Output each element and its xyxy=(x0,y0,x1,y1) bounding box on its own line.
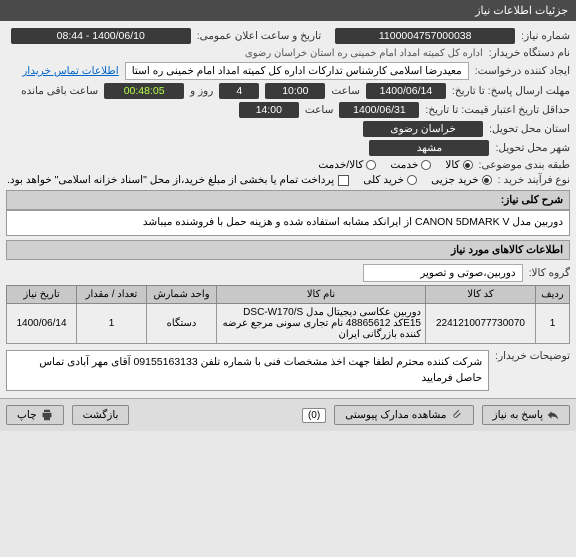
print-icon xyxy=(41,409,53,421)
radio-dot-icon xyxy=(421,160,431,170)
deadline-time: 10:00 xyxy=(265,83,325,99)
buyer-notes-label: توضیحات خریدار: xyxy=(495,350,570,362)
reply-icon xyxy=(547,409,559,421)
category-label: طبقه بندی موضوعی: xyxy=(479,159,570,171)
category-radio-group: کالا خدمت کالا/خدمت xyxy=(318,159,472,171)
need-desc-text: دوربین مدل CANON 5DMARK V از ایرانکد مشا… xyxy=(6,210,570,236)
th-date: تاریخ نیاز xyxy=(7,285,77,303)
radio-dot-icon xyxy=(482,175,492,185)
need-desc-header: شرح کلی نیاز: xyxy=(6,190,570,210)
radio-goods[interactable]: کالا xyxy=(445,159,472,171)
radio-dot-icon xyxy=(463,160,473,170)
group-value: دوربین،صوتی و تصویر xyxy=(363,264,523,282)
radio-both-label: کالا/خدمت xyxy=(318,159,363,171)
table-header-row: ردیف کد کالا نام کالا واحد شمارش تعداد /… xyxy=(7,285,570,303)
validity-label: حداقل تاریخ اعتبار قیمت: تا تاریخ: xyxy=(425,104,570,116)
need-no-value: 1100004757000038 xyxy=(335,28,515,44)
print-button[interactable]: چاپ xyxy=(6,405,64,425)
countdown-timer: 00:48:05 xyxy=(104,83,184,99)
dayand-label: روز و xyxy=(190,85,213,97)
back-button[interactable]: بازگشت xyxy=(72,405,130,425)
requester-label: ایجاد کننده درخواست: xyxy=(475,65,570,77)
days-remaining: 4 xyxy=(219,83,259,99)
pub-datetime-label: تاریخ و ساعت اعلان عمومی: xyxy=(197,30,321,42)
validity-time: 14:00 xyxy=(239,102,299,118)
reply-button[interactable]: پاسخ به نیاز xyxy=(482,405,570,425)
window-titlebar: جزئیات اطلاعات نیاز xyxy=(0,0,576,21)
footer-toolbar: پاسخ به نیاز مشاهده مدارک پیوستی (0) باز… xyxy=(0,398,576,431)
th-qty: تعداد / مقدار xyxy=(77,285,147,303)
print-label: چاپ xyxy=(17,409,37,421)
radio-partial-label: خرید جزیی xyxy=(431,174,479,186)
cell-unit: دستگاه xyxy=(147,303,217,343)
cell-name: دوربین عکاسی دیجیتال مدل DSC-W170/S E15ک… xyxy=(217,303,426,343)
radio-dot-icon xyxy=(407,175,417,185)
treasury-note: پرداخت تمام یا بخشی از مبلغ خرید،از محل … xyxy=(7,174,334,186)
view-docs-label: مشاهده مدارک پیوستی xyxy=(345,409,446,421)
table-row[interactable]: 1 2241210077730070 دوربین عکاسی دیجیتال … xyxy=(7,303,570,343)
remaining-label: ساعت باقی مانده xyxy=(21,85,98,97)
deadline-date: 1400/06/14 xyxy=(366,83,446,99)
radio-partial[interactable]: خرید جزیی xyxy=(431,174,492,186)
radio-service-label: خدمت xyxy=(390,159,418,171)
purchase-radio-group: خرید جزیی خرید کلی xyxy=(363,174,491,186)
radio-both[interactable]: کالا/خدمت xyxy=(318,159,376,171)
cell-code: 2241210077730070 xyxy=(426,303,536,343)
main-content: شماره نیاز: 1100004757000038 تاریخ و ساع… xyxy=(0,21,576,398)
items-table: ردیف کد کالا نام کالا واحد شمارش تعداد /… xyxy=(6,285,570,344)
radio-total[interactable]: خرید کلی xyxy=(363,174,417,186)
group-label: گروه کالا: xyxy=(529,267,570,279)
attachment-icon xyxy=(451,409,463,421)
need-no-label: شماره نیاز: xyxy=(521,30,570,42)
radio-dot-icon xyxy=(366,160,376,170)
buyer-notes-text: شرکت کننده محترم لطفا جهت اخذ مشخصات فنی… xyxy=(6,350,489,392)
pub-datetime-value: 1400/06/10 - 08:44 xyxy=(11,28,191,44)
back-label: بازگشت xyxy=(83,409,119,421)
th-name: نام کالا xyxy=(217,285,426,303)
province-label: استان محل تحویل: xyxy=(489,123,570,135)
th-unit: واحد شمارش xyxy=(147,285,217,303)
city-label: شهر محل تحویل: xyxy=(495,142,570,154)
radio-total-label: خرید کلی xyxy=(363,174,404,186)
view-docs-button[interactable]: مشاهده مدارک پیوستی xyxy=(334,405,473,425)
hour-label-2: ساعت xyxy=(305,104,334,116)
deadline-label: مهلت ارسال پاسخ: تا تاریخ: xyxy=(452,85,570,97)
buyer-label: نام دستگاه خریدار: xyxy=(489,47,570,59)
buyer-value: اداره کل کمیته امداد امام خمینی ره استان… xyxy=(245,48,483,59)
treasury-check[interactable]: پرداخت تمام یا بخشی از مبلغ خرید،از محل … xyxy=(7,174,349,186)
reply-label: پاسخ به نیاز xyxy=(493,409,543,421)
cell-date: 1400/06/14 xyxy=(7,303,77,343)
th-code: کد کالا xyxy=(426,285,536,303)
cell-idx: 1 xyxy=(536,303,570,343)
hour-label-1: ساعت xyxy=(331,85,360,97)
checkbox-icon xyxy=(338,175,349,186)
province-value: خراسان رضوی xyxy=(363,121,483,137)
cell-qty: 1 xyxy=(77,303,147,343)
requester-value: معیدرضا اسلامی کارشناس تدارکات اداره کل … xyxy=(125,62,469,80)
items-header: اطلاعات کالاهای مورد نیاز xyxy=(6,240,570,260)
city-value: مشهد xyxy=(369,140,489,156)
th-idx: ردیف xyxy=(536,285,570,303)
contact-link[interactable]: اطلاعات تماس خریدار xyxy=(22,65,118,77)
radio-goods-label: کالا xyxy=(445,159,459,171)
validity-date: 1400/06/31 xyxy=(339,102,419,118)
radio-service[interactable]: خدمت xyxy=(390,159,431,171)
attachment-count: (0) xyxy=(302,408,326,423)
purchase-type-label: نوع فرآیند خرید : xyxy=(498,174,570,186)
